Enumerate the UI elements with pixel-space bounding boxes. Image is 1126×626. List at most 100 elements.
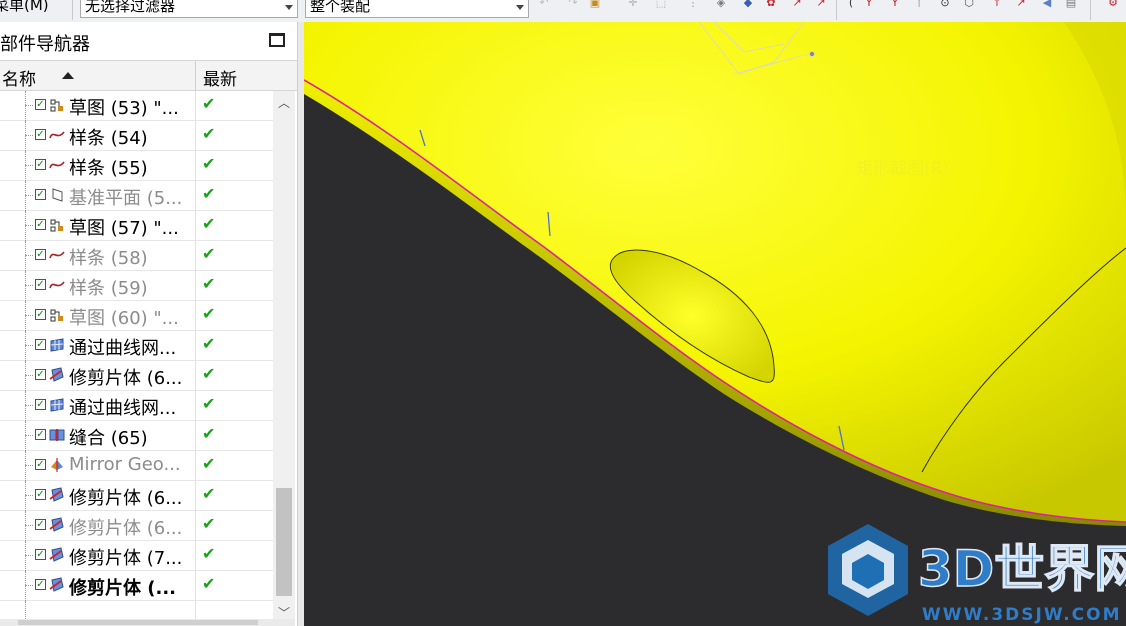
yellow-surface[interactable] — [304, 22, 1126, 522]
redo-icon[interactable]: ↷ — [566, 0, 580, 9]
menu-button[interactable]: 菜单(M) — [0, 0, 49, 15]
feature-row[interactable]: ✓ 样条 (58) ✔ — [0, 241, 273, 271]
selection-scope-dropdown[interactable]: 整个装配 — [305, 0, 529, 18]
render-icon[interactable]: ▤ — [1064, 0, 1078, 9]
graphics-viewport[interactable]: 矩形截图(R) 3D世界网 WWW.3DSJW.COM — [304, 22, 1126, 626]
select-icon[interactable]: ✛ — [626, 0, 640, 9]
visibility-checkbox[interactable]: ✓ — [35, 369, 46, 380]
feature-tree: ✓ 草图 (53) "... ✔ ✓ 样条 (54) ✔ ✓ 样条 (55) ✔ ✓ 基准平面 (5… — [0, 91, 273, 626]
feature-row[interactable]: ✓ 样条 (55) ✔ — [0, 151, 273, 181]
column-header: 名称 最新 — [0, 60, 297, 91]
up-to-date-check-icon: ✔ — [202, 574, 216, 593]
feature-label: 通过曲线网... — [69, 338, 177, 359]
tree-connector — [25, 451, 26, 481]
scroll-up-icon[interactable]: ︿ — [277, 94, 291, 110]
visibility-checkbox[interactable]: ✓ — [35, 549, 46, 560]
visibility-checkbox[interactable]: ✓ — [35, 429, 46, 440]
feature-row[interactable]: ✓ 通过曲线网... ✔ — [0, 391, 273, 421]
selection-scope-value: 整个装配 — [310, 0, 371, 15]
vertical-scrollbar[interactable]: ︿ ﹀ — [273, 91, 295, 626]
visibility-checkbox[interactable]: ✓ — [35, 459, 46, 470]
view-icon[interactable]: ◀ — [1040, 0, 1054, 9]
arc-icon[interactable]: ( — [844, 0, 858, 9]
feature-row[interactable]: ✓ 基准平面 (5... ✔ — [0, 181, 273, 211]
vector-icon[interactable]: ↗ — [1014, 0, 1028, 9]
feature-label: 草图 (57) "... — [69, 218, 179, 239]
column-divider — [195, 121, 196, 151]
curve-mesh-icon — [49, 337, 65, 353]
arrow-icon[interactable]: ↑ — [990, 0, 1004, 9]
settings-icon[interactable]: ⚙ — [1106, 0, 1120, 9]
feature-row[interactable]: ✓ 样条 (54) ✔ — [0, 121, 273, 151]
column-divider — [195, 241, 196, 271]
shield-icon[interactable]: ⬡ — [962, 0, 976, 9]
toolbar-separator — [836, 0, 837, 20]
scroll-down-icon[interactable]: ﹀ — [277, 604, 291, 620]
feature-label: 基准平面 (5... — [69, 188, 183, 209]
feature-label: 修剪片体 (6... — [69, 518, 183, 539]
snap-icon[interactable]: ▣ — [588, 0, 602, 9]
column-latest-header[interactable]: 最新 — [203, 65, 237, 90]
box-select-icon[interactable]: ⬚ — [654, 0, 668, 9]
visibility-checkbox[interactable]: ✓ — [35, 249, 46, 260]
visibility-checkbox[interactable]: ✓ — [35, 219, 46, 230]
feature-row[interactable]: ✓ 修剪片体 (7... ✔ — [0, 541, 273, 571]
visibility-checkbox[interactable]: ✓ — [35, 489, 46, 500]
feature-row[interactable]: ✓ 草图 (60) "... ✔ — [0, 301, 273, 331]
visibility-checkbox[interactable]: ✓ — [35, 159, 46, 170]
intersection-icon[interactable]: Y — [888, 0, 902, 9]
column-name-header[interactable]: 名称 — [2, 65, 36, 90]
visibility-checkbox[interactable]: ✓ — [35, 339, 46, 350]
horizontal-scroll-thumb[interactable] — [18, 620, 258, 625]
grid-icon[interactable]: ⋮ — [686, 0, 700, 9]
undo-icon[interactable]: ↶ — [537, 0, 551, 9]
visibility-checkbox[interactable]: ✓ — [35, 129, 46, 140]
scroll-thumb[interactable] — [276, 488, 292, 596]
feature-row[interactable]: ✓ 草图 (57) "... ✔ — [0, 211, 273, 241]
feature-row[interactable]: ✓ 草图 (53) "... ✔ — [0, 91, 273, 121]
maximize-icon[interactable] — [269, 33, 285, 47]
panel-splitter[interactable] — [297, 22, 304, 626]
feature-label: 通过曲线网... — [69, 398, 177, 419]
chevron-down-icon — [516, 5, 524, 10]
feature-row[interactable]: ✓ 缝合 (65) ✔ — [0, 421, 273, 451]
visibility-checkbox[interactable]: ✓ — [35, 579, 46, 590]
visibility-checkbox[interactable]: ✓ — [35, 519, 46, 530]
feature-row[interactable]: ✓ 修剪片体 (6... ✔ — [0, 361, 273, 391]
visibility-checkbox[interactable]: ✓ — [35, 99, 46, 110]
visibility-checkbox[interactable]: ✓ — [35, 399, 46, 410]
up-to-date-check-icon: ✔ — [202, 274, 216, 293]
tree-connector — [25, 151, 26, 181]
column-divider[interactable] — [195, 61, 196, 91]
constraint-icon[interactable]: ⊙ — [938, 0, 952, 9]
point-icon[interactable]: Y — [862, 0, 876, 9]
tree-connector — [25, 105, 33, 106]
visibility-checkbox[interactable]: ✓ — [35, 309, 46, 320]
sort-ascending-icon[interactable] — [62, 72, 74, 79]
tree-connector — [25, 435, 33, 436]
shaded-icon[interactable]: ◆ — [741, 0, 755, 9]
up-to-date-check-icon: ✔ — [202, 124, 216, 143]
visibility-checkbox[interactable]: ✓ — [35, 189, 46, 200]
curve-icon[interactable]: ↗ — [814, 0, 828, 9]
feature-row[interactable]: ✓ Mirror Geo... ✔ — [0, 451, 273, 481]
selection-filter-dropdown[interactable]: 无选择过滤器 — [80, 0, 298, 18]
tree-connector — [25, 495, 33, 496]
wireframe-icon[interactable]: ◈ — [714, 0, 728, 9]
feature-label: Mirror Geo... — [69, 454, 181, 475]
feature-row[interactable]: ✓ 修剪片体 (6... ✔ — [0, 511, 273, 541]
horizontal-scrollbar[interactable] — [0, 619, 295, 626]
feature-row[interactable]: ✓ 修剪片体 (... ✔ — [0, 571, 273, 601]
visibility-checkbox[interactable]: ✓ — [35, 279, 46, 290]
spline-icon — [49, 247, 65, 263]
feature-row[interactable]: ✓ 样条 (59) ✔ — [0, 271, 273, 301]
tree-connector — [25, 391, 26, 421]
edit-curve-icon[interactable]: ↗ — [790, 0, 804, 9]
filter-icon[interactable]: ✿ — [764, 0, 778, 9]
up-to-date-check-icon: ✔ — [202, 214, 216, 233]
feature-row[interactable]: ✓ 通过曲线网... ✔ — [0, 331, 273, 361]
up-to-date-check-icon: ✔ — [202, 394, 216, 413]
up-to-date-check-icon: ✔ — [202, 334, 216, 353]
analysis-icon[interactable]: ᛉ — [912, 0, 926, 9]
feature-row[interactable]: ✓ 修剪片体 (6... ✔ — [0, 481, 273, 511]
